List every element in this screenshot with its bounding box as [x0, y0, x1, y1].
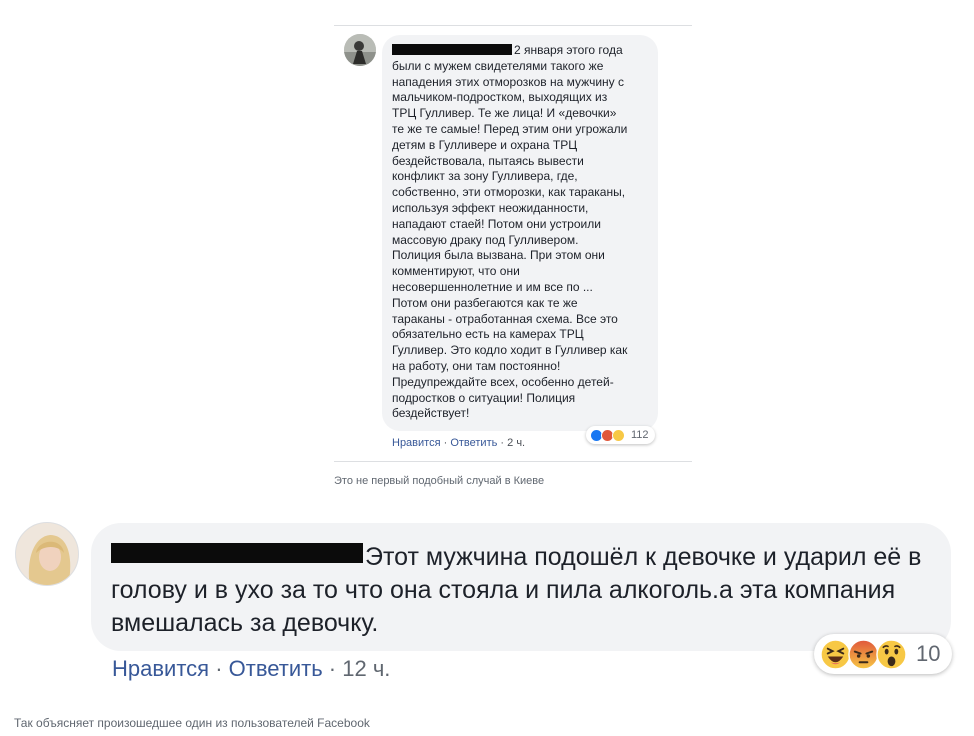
- haha-icon: [820, 638, 851, 670]
- embedded-reactions-summary[interactable]: 112: [586, 426, 655, 444]
- embedded-comment-time[interactable]: 2 ч.: [507, 437, 525, 449]
- wow-icon: [876, 638, 907, 670]
- separator: ·: [322, 656, 343, 681]
- main-comment-bubble: Этот мужчина подошёл к девочке и ударил …: [91, 523, 951, 651]
- separator: ·: [209, 656, 229, 681]
- wow-icon: [612, 428, 625, 442]
- separator: ·: [440, 437, 451, 449]
- embedded-comment-bubble: 2 января этого года были с мужем свидете…: [382, 35, 658, 431]
- main-reply-link[interactable]: Ответить: [229, 656, 323, 681]
- embedded-reaction-count: 112: [631, 429, 649, 441]
- main-comment-actions: Нравится · Ответить · 12 ч.: [112, 656, 390, 682]
- embedded-comment-avatar[interactable]: [344, 34, 376, 66]
- main-comment-time[interactable]: 12 ч.: [342, 656, 390, 681]
- caption-bottom: Так объясняет произошедшее один из польз…: [14, 716, 370, 730]
- avatar-photo-icon: [16, 523, 78, 585]
- avatar-photo-icon: [344, 34, 376, 66]
- embedded-reply-link[interactable]: Ответить: [450, 437, 497, 449]
- main-comment-avatar[interactable]: [15, 522, 79, 586]
- angry-icon: [848, 638, 879, 670]
- redacted-author-name: [392, 44, 512, 55]
- embedded-comment-text: 2 января этого года были с мужем свидете…: [392, 43, 628, 421]
- embed-bottom-divider: [334, 461, 692, 462]
- main-reactions-summary[interactable]: 10: [814, 634, 953, 674]
- main-like-link[interactable]: Нравится: [112, 656, 209, 681]
- embed-top-divider: [334, 25, 692, 26]
- embedded-comment-actions: Нравится · Ответить · 2 ч.: [392, 437, 525, 449]
- embedded-like-link[interactable]: Нравится: [392, 437, 441, 449]
- separator: ·: [497, 437, 508, 449]
- caption-top: Это не первый подобный случай в Киеве: [334, 475, 545, 487]
- redacted-author-name: [111, 543, 363, 563]
- main-reaction-count: 10: [916, 641, 941, 666]
